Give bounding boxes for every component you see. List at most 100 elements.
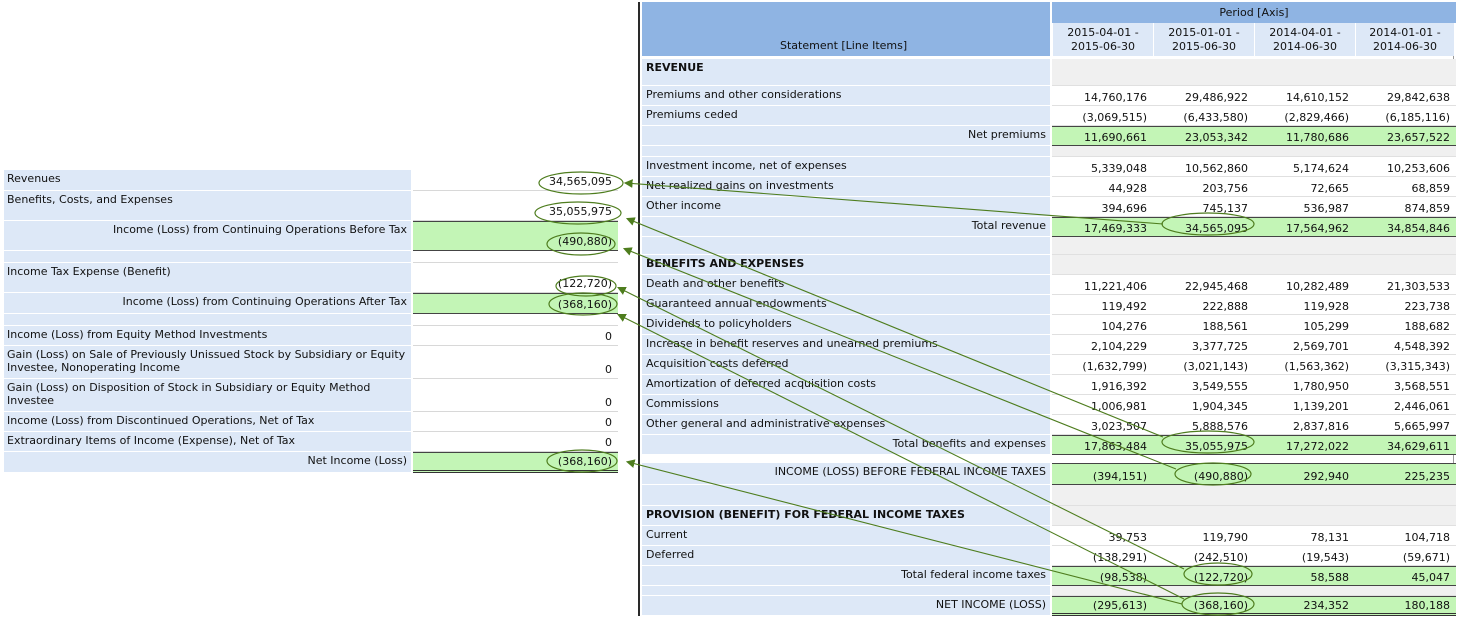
value-cell: 22,945,468 [1153,275,1254,295]
row-spacer [642,146,1456,157]
value-text: 23,657,522 [1387,131,1450,144]
row-value: 0 [413,346,618,379]
value-cell [1052,237,1153,255]
row-commissions: Commissions 1,006,981 1,904,345 1,139,201 2,… [642,395,1456,415]
value-text: 104,718 [1404,531,1451,544]
value-text: 1,006,981 [1091,400,1147,413]
value-text: 29,842,638 [1387,91,1450,104]
column-header-line: 2015-04-01 - [1067,26,1139,39]
row-current: Current 39,753 119,790 78,131 104,718 [642,526,1456,546]
column-header: 2015-01-01 - 2015-06-30 [1153,23,1254,56]
value-cell: 11,221,406 [1052,275,1153,295]
value-text: 17,863,484 [1084,440,1147,453]
row-net-premiums: Net premiums 11,690,661 23,053,342 11,780,6… [642,126,1456,146]
section-revenue: REVENUE [642,59,1456,86]
summary-row-income-after-tax: Income (Loss) from Continuing Operations… [4,293,618,314]
value-cell [1355,586,1456,596]
value-cell: 188,561 [1153,315,1254,335]
row-deferred: Deferred (138,291) (242,510) (19,543) (59,67… [642,546,1456,566]
value-cell: 3,568,551 [1355,375,1456,395]
value-cell: (6,185,116) [1355,106,1456,126]
value-text: 11,690,661 [1084,131,1147,144]
value-cell: (98,538) [1052,566,1153,586]
value-text: 17,469,333 [1084,222,1147,235]
value-cell [1052,586,1153,596]
row-label: Gain (Loss) on Sale of Previously Unissu… [4,346,411,379]
value-cell [1052,59,1153,86]
column-header-line: 2015-06-30 [1172,40,1236,53]
value-text: 11,780,686 [1286,131,1349,144]
value-text: 536,987 [1303,202,1350,215]
value-cell: 11,780,686 [1254,126,1355,146]
value-cell: 29,842,638 [1355,86,1456,106]
value-cell: 78,131 [1254,526,1355,546]
value-text: (138,291) [1092,551,1147,564]
value-text: 203,756 [1202,182,1249,195]
row-label: Acquisition costs deferred [642,355,1050,375]
value-text: 180,188 [1404,599,1451,612]
value-text: 745,137 [1202,202,1249,215]
value-cell: 14,760,176 [1052,86,1153,106]
value-cell: 2,104,229 [1052,335,1153,355]
value-text: (490,880) [557,235,612,248]
value-cell: 68,859 [1355,177,1456,197]
row-label: Benefits, Costs, and Expenses [4,191,411,221]
row-value: 0 [413,379,618,412]
column-header-line: 2015-01-01 - [1168,26,1240,39]
value-text: 5,888,576 [1192,420,1248,433]
value-cell [1254,485,1355,506]
row-label: Increase in benefit reserves and unearne… [642,335,1050,355]
value-text: 78,131 [1310,531,1350,544]
row-label: Net Income (Loss) [4,452,411,473]
value-text: 188,561 [1202,320,1249,333]
summary-row-gain-unissued-stock: Gain (Loss) on Sale of Previously Unissu… [4,346,618,379]
value-text: 5,339,048 [1091,162,1147,175]
value-cell [1153,506,1254,526]
value-cell: 225,235 [1355,463,1456,485]
row-value: 34,565,095 [413,170,618,191]
value-text: 2,569,701 [1293,340,1349,353]
spacer-value [413,314,618,326]
row-label: Income (Loss) from Continuing Operations… [4,221,411,251]
section-benefits: BENEFITS AND EXPENSES [642,255,1456,275]
value-text: 3,549,555 [1192,380,1248,393]
value-text: 188,682 [1404,320,1451,333]
row-death-benefits: Death and other benefits 11,221,406 22,945… [642,275,1456,295]
value-text: 0 [605,416,612,429]
value-cell: 2,569,701 [1254,335,1355,355]
value-cell [1355,255,1456,275]
row-total-revenue: Total revenue 17,469,333 34,565,095 17,564,… [642,217,1456,237]
value-cell: 1,139,201 [1254,395,1355,415]
value-cell: 3,549,555 [1153,375,1254,395]
row-other-income: Other income 394,696 745,137 536,987 874,859 [642,197,1456,217]
value-cell: 5,888,576 [1153,415,1254,435]
row-value: 35,055,975 [413,191,618,221]
value-text: 21,303,533 [1387,280,1450,293]
value-cell: 21,303,533 [1355,275,1456,295]
value-cell: 34,565,095 [1153,217,1254,237]
value-text: 234,352 [1303,599,1350,612]
value-text: 3,568,551 [1394,380,1450,393]
value-cell: 17,863,484 [1052,435,1153,455]
row-premiums: Premiums and other considerations 14,760,… [642,86,1456,106]
value-text: 23,053,342 [1185,131,1248,144]
row-label: NET INCOME (LOSS) [642,596,1050,616]
value-text: 225,235 [1404,470,1451,483]
value-cell: (295,613) [1052,596,1153,616]
value-cell: 292,940 [1254,463,1355,485]
value-cell [1052,255,1153,275]
summary-row-equity-method: Income (Loss) from Equity Method Investm… [4,326,618,346]
value-cell: 3,377,725 [1153,335,1254,355]
value-text: 72,665 [1310,182,1350,195]
summary-row-discontinued: Income (Loss) from Discontinued Operatio… [4,412,618,432]
value-text: (3,021,143) [1183,360,1248,373]
value-cell [1254,255,1355,275]
row-label: BENEFITS AND EXPENSES [642,255,1050,275]
row-label [642,586,1050,596]
row-label: Investment income, net of expenses [642,157,1050,177]
value-text: 11,221,406 [1084,280,1147,293]
column-header-line: 2014-06-30 [1273,40,1337,53]
summary-spacer [4,251,618,263]
row-label: Gain (Loss) on Disposition of Stock in S… [4,379,411,412]
value-text: 34,854,846 [1387,222,1450,235]
